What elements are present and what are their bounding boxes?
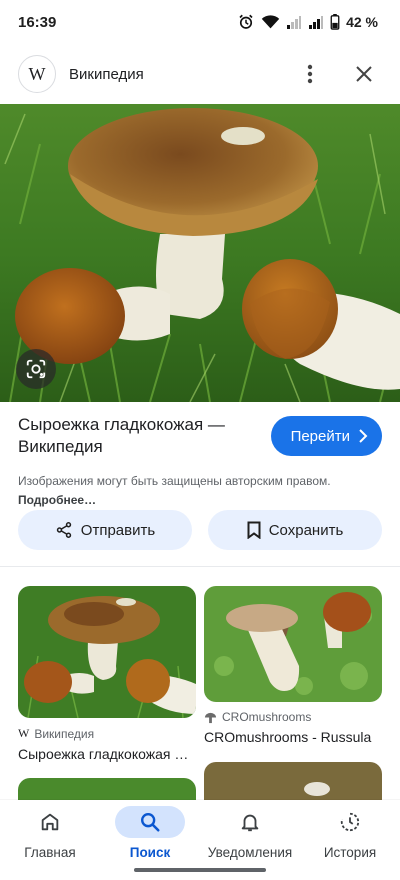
open-button[interactable]: Перейти [270, 416, 382, 456]
nav-search-label: Поиск [129, 845, 171, 860]
related-card[interactable]: CROmushrooms CROmushrooms - Russula [204, 586, 382, 745]
related-source: W Википедия [18, 726, 95, 741]
nav-home[interactable]: Главная [0, 800, 100, 880]
section-divider [0, 566, 400, 567]
bookmark-icon [247, 521, 261, 539]
chevron-right-icon [359, 429, 368, 443]
bell-icon [215, 806, 285, 838]
open-button-label: Перейти [290, 427, 350, 445]
share-icon [56, 522, 71, 538]
mushroom-photo [0, 104, 400, 402]
share-button[interactable]: Отправить [18, 510, 192, 550]
nav-history[interactable]: История [300, 800, 400, 880]
learn-more-link[interactable]: Подробнее… [18, 493, 96, 507]
nav-home-label: Главная [24, 845, 76, 860]
more-vertical-icon [307, 64, 313, 84]
related-thumbnail [18, 586, 196, 718]
history-icon [315, 806, 385, 838]
copyright-notice: Изображения могут быть защищены авторски… [18, 472, 382, 510]
alarm-icon [239, 14, 253, 29]
lens-button[interactable] [16, 349, 56, 389]
wikipedia-logo: W [18, 55, 56, 93]
related-caption: Сыроежка гладкокожая — Википедия [18, 746, 196, 762]
result-title[interactable]: Сыроежка гладкокожая — Википедия [18, 414, 258, 458]
site-name[interactable]: Википедия [69, 66, 292, 83]
nav-notifications-label: Уведомления [207, 845, 293, 860]
status-time: 16:39 [18, 13, 57, 31]
close-icon [356, 66, 372, 82]
related-caption: CROmushrooms - Russula [204, 729, 372, 745]
related-source: CROmushrooms [204, 710, 382, 724]
battery-percent: 42 % [346, 14, 378, 30]
related-card[interactable]: W Википедия Сыроежка гладкокожая — Викип… [18, 586, 196, 762]
lens-icon [26, 359, 46, 379]
search-icon [115, 806, 185, 838]
wifi-icon [261, 15, 280, 29]
save-button[interactable]: Сохранить [208, 510, 382, 550]
share-label: Отправить [80, 521, 156, 539]
related-thumbnail [204, 586, 382, 702]
more-options-button[interactable] [292, 56, 328, 92]
status-icons: 42 % [237, 13, 378, 31]
battery-icon [330, 14, 340, 30]
home-icon [15, 806, 85, 838]
copyright-text: Изображения могут быть защищены авторски… [18, 474, 331, 488]
home-indicator[interactable] [134, 868, 266, 872]
signal-weak-icon [287, 16, 302, 29]
close-button[interactable] [346, 56, 382, 92]
cromushrooms-logo-icon [204, 712, 217, 723]
save-label: Сохранить [268, 521, 344, 539]
status-bar: 16:39 42 % [0, 0, 400, 44]
top-app-bar: W Википедия [0, 50, 400, 98]
nav-history-label: История [323, 845, 377, 860]
action-buttons: Отправить Сохранить [18, 510, 382, 550]
result-info: Сыроежка гладкокожая — Википедия Перейти… [18, 414, 382, 510]
signal-icon [309, 16, 324, 29]
wikipedia-small-icon: W [18, 726, 30, 740]
hero-image[interactable] [0, 104, 400, 402]
